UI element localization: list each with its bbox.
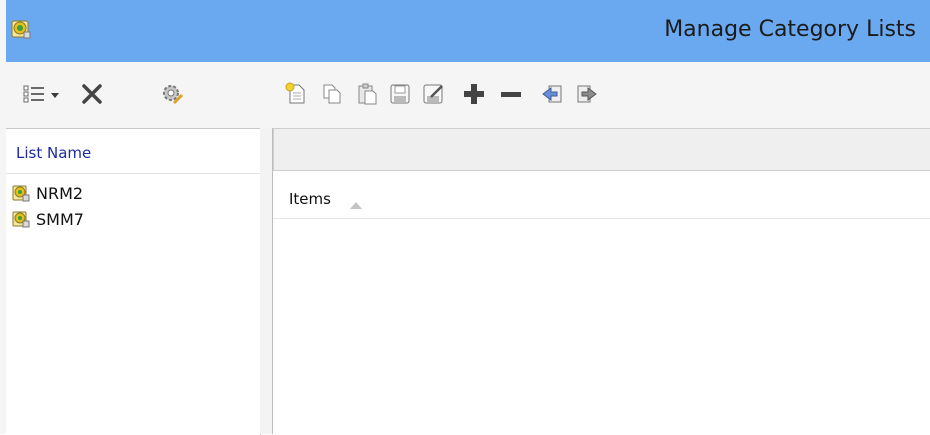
list-name-header-label: List Name bbox=[16, 144, 92, 162]
category-list-icon bbox=[12, 184, 30, 202]
list-item-label: NRM2 bbox=[36, 184, 84, 203]
category-list-icon bbox=[12, 210, 30, 228]
save-as-icon[interactable] bbox=[421, 82, 445, 106]
export-icon[interactable] bbox=[575, 82, 599, 106]
app-icon bbox=[10, 18, 32, 40]
copy-icon[interactable] bbox=[320, 82, 344, 106]
save-icon[interactable] bbox=[388, 82, 412, 106]
items-panel: Items bbox=[272, 128, 930, 434]
new-document-icon[interactable] bbox=[284, 82, 308, 106]
category-list-panel: List Name NRM2 SMM7 bbox=[6, 128, 261, 435]
import-icon[interactable] bbox=[540, 82, 564, 106]
remove-icon[interactable] bbox=[499, 82, 523, 106]
paste-icon[interactable] bbox=[355, 82, 379, 106]
items-column-header[interactable]: Items bbox=[273, 172, 930, 219]
list-name-column-header[interactable]: List Name bbox=[6, 129, 260, 174]
list-item-label: SMM7 bbox=[36, 210, 84, 229]
add-icon[interactable] bbox=[462, 82, 486, 106]
dropdown-arrow-icon[interactable] bbox=[48, 82, 62, 106]
list-view-icon[interactable] bbox=[22, 82, 46, 106]
list-item-smm7[interactable]: SMM7 bbox=[12, 208, 252, 232]
list-item-nrm2[interactable]: NRM2 bbox=[12, 182, 252, 206]
sort-ascending-icon bbox=[350, 194, 362, 209]
window-title: Manage Category Lists bbox=[664, 17, 916, 42]
settings-edit-icon[interactable] bbox=[160, 82, 184, 106]
pane-splitter[interactable] bbox=[260, 128, 272, 434]
items-header-label: Items bbox=[289, 190, 331, 208]
delete-icon[interactable] bbox=[80, 82, 104, 106]
title-bar: Manage Category Lists bbox=[0, 0, 930, 62]
toolbar bbox=[0, 62, 930, 128]
items-filter-bar[interactable] bbox=[273, 128, 930, 171]
